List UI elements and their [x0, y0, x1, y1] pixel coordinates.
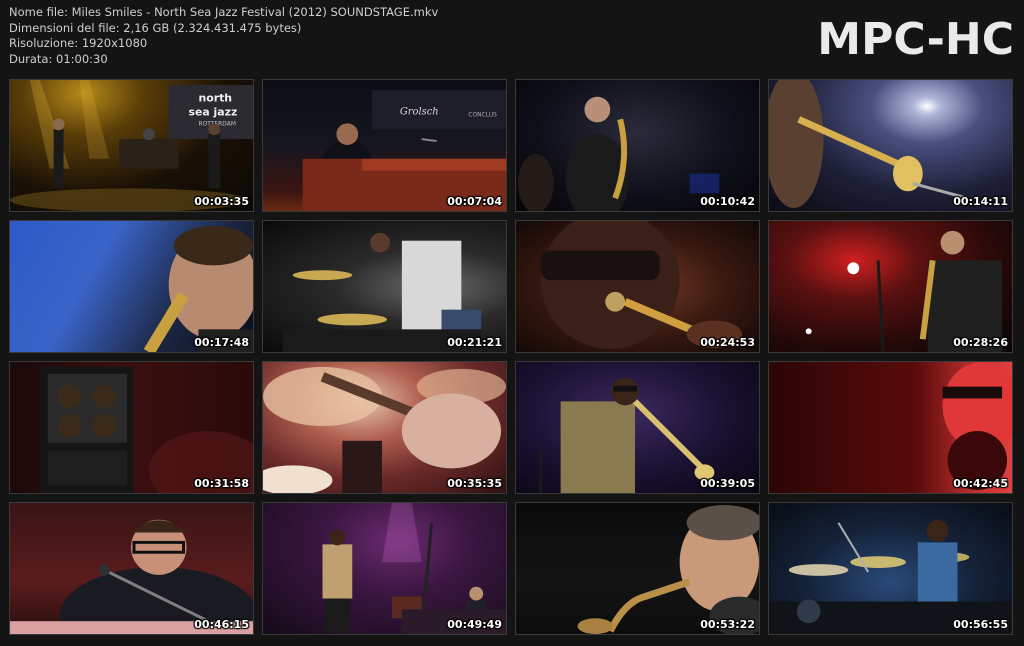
thumbnail-image: [516, 362, 759, 493]
timestamp-label: 00:07:04: [447, 195, 502, 208]
timestamp-label: 00:03:35: [194, 195, 249, 208]
sign-text: north: [198, 92, 232, 105]
thumbnail[interactable]: 00:17:48: [9, 220, 254, 353]
duration-text: Durata: 01:00:30: [9, 51, 108, 66]
timestamp-label: 00:14:11: [953, 195, 1008, 208]
thumbnail[interactable]: 00:28:26: [768, 220, 1013, 353]
thumbnail-image: Grolsch CONCLUS: [263, 80, 506, 211]
sign-text: sea jazz: [189, 105, 238, 118]
thumbnail-image: north sea jazz ROTTERDAM: [10, 80, 253, 211]
thumbnail[interactable]: 00:14:11: [768, 79, 1013, 212]
sign-text: CONCLUS: [468, 111, 497, 118]
timestamp-label: 00:35:35: [447, 477, 502, 490]
thumbnail[interactable]: 00:35:35: [262, 361, 507, 494]
thumbnail-image: [769, 221, 1012, 352]
timestamp-label: 00:46:15: [194, 618, 249, 631]
thumbnail-image: [10, 221, 253, 352]
thumbnail-image: [516, 221, 759, 352]
filename-text: Nome file: Miles Smiles - North Sea Jazz…: [9, 5, 439, 19]
resolution-text: Risoluzione: 1920x1080: [9, 36, 148, 50]
timestamp-label: 00:42:45: [953, 477, 1008, 490]
thumbnail-image: [10, 362, 253, 493]
thumbnail[interactable]: Grolsch CONCLUS 00:07:04: [262, 79, 507, 212]
thumbnail-image: [516, 80, 759, 211]
file-info: Nome file: Miles Smiles - North Sea Jazz…: [9, 5, 438, 67]
timestamp-label: 00:53:22: [700, 618, 755, 631]
timestamp-label: 00:31:58: [194, 477, 249, 490]
thumbnail[interactable]: 00:24:53: [515, 220, 760, 353]
timestamp-label: 00:56:55: [953, 618, 1008, 631]
thumbnail-image: [769, 503, 1012, 634]
timestamp-label: 00:10:42: [700, 195, 755, 208]
thumbnail[interactable]: 00:46:15: [9, 502, 254, 635]
thumbnail[interactable]: 00:56:55: [768, 502, 1013, 635]
filesize-text: Dimensioni del file: 2,16 GB (2.324.431.…: [9, 20, 302, 35]
sign-text: Grolsch: [400, 107, 439, 118]
thumbnail-image: [769, 362, 1012, 493]
thumbnail-image: [263, 221, 506, 352]
thumbnail-image: [769, 80, 1012, 211]
thumbnail[interactable]: 00:49:49: [262, 502, 507, 635]
timestamp-label: 00:49:49: [447, 618, 502, 631]
thumbnail[interactable]: 00:53:22: [515, 502, 760, 635]
app-logo: MPC-HC: [817, 14, 1014, 65]
thumbnail[interactable]: 00:42:45: [768, 361, 1013, 494]
thumbnail[interactable]: 00:10:42: [515, 79, 760, 212]
thumbnail[interactable]: 00:39:05: [515, 361, 760, 494]
thumbnail-grid: north sea jazz ROTTERDAM 00:03:35 Grolsc…: [9, 79, 1013, 635]
timestamp-label: 00:21:21: [447, 336, 502, 349]
timestamp-label: 00:39:05: [700, 477, 755, 490]
thumbnail[interactable]: 00:21:21: [262, 220, 507, 353]
timestamp-label: 00:17:48: [194, 336, 249, 349]
thumbnail-image: [263, 362, 506, 493]
thumbnail-image: [10, 503, 253, 634]
thumbnail[interactable]: 00:31:58: [9, 361, 254, 494]
timestamp-label: 00:24:53: [700, 336, 755, 349]
thumbnail-image: [263, 503, 506, 634]
thumbnail[interactable]: north sea jazz ROTTERDAM 00:03:35: [9, 79, 254, 212]
timestamp-label: 00:28:26: [953, 336, 1008, 349]
thumbnail-image: [516, 503, 759, 634]
